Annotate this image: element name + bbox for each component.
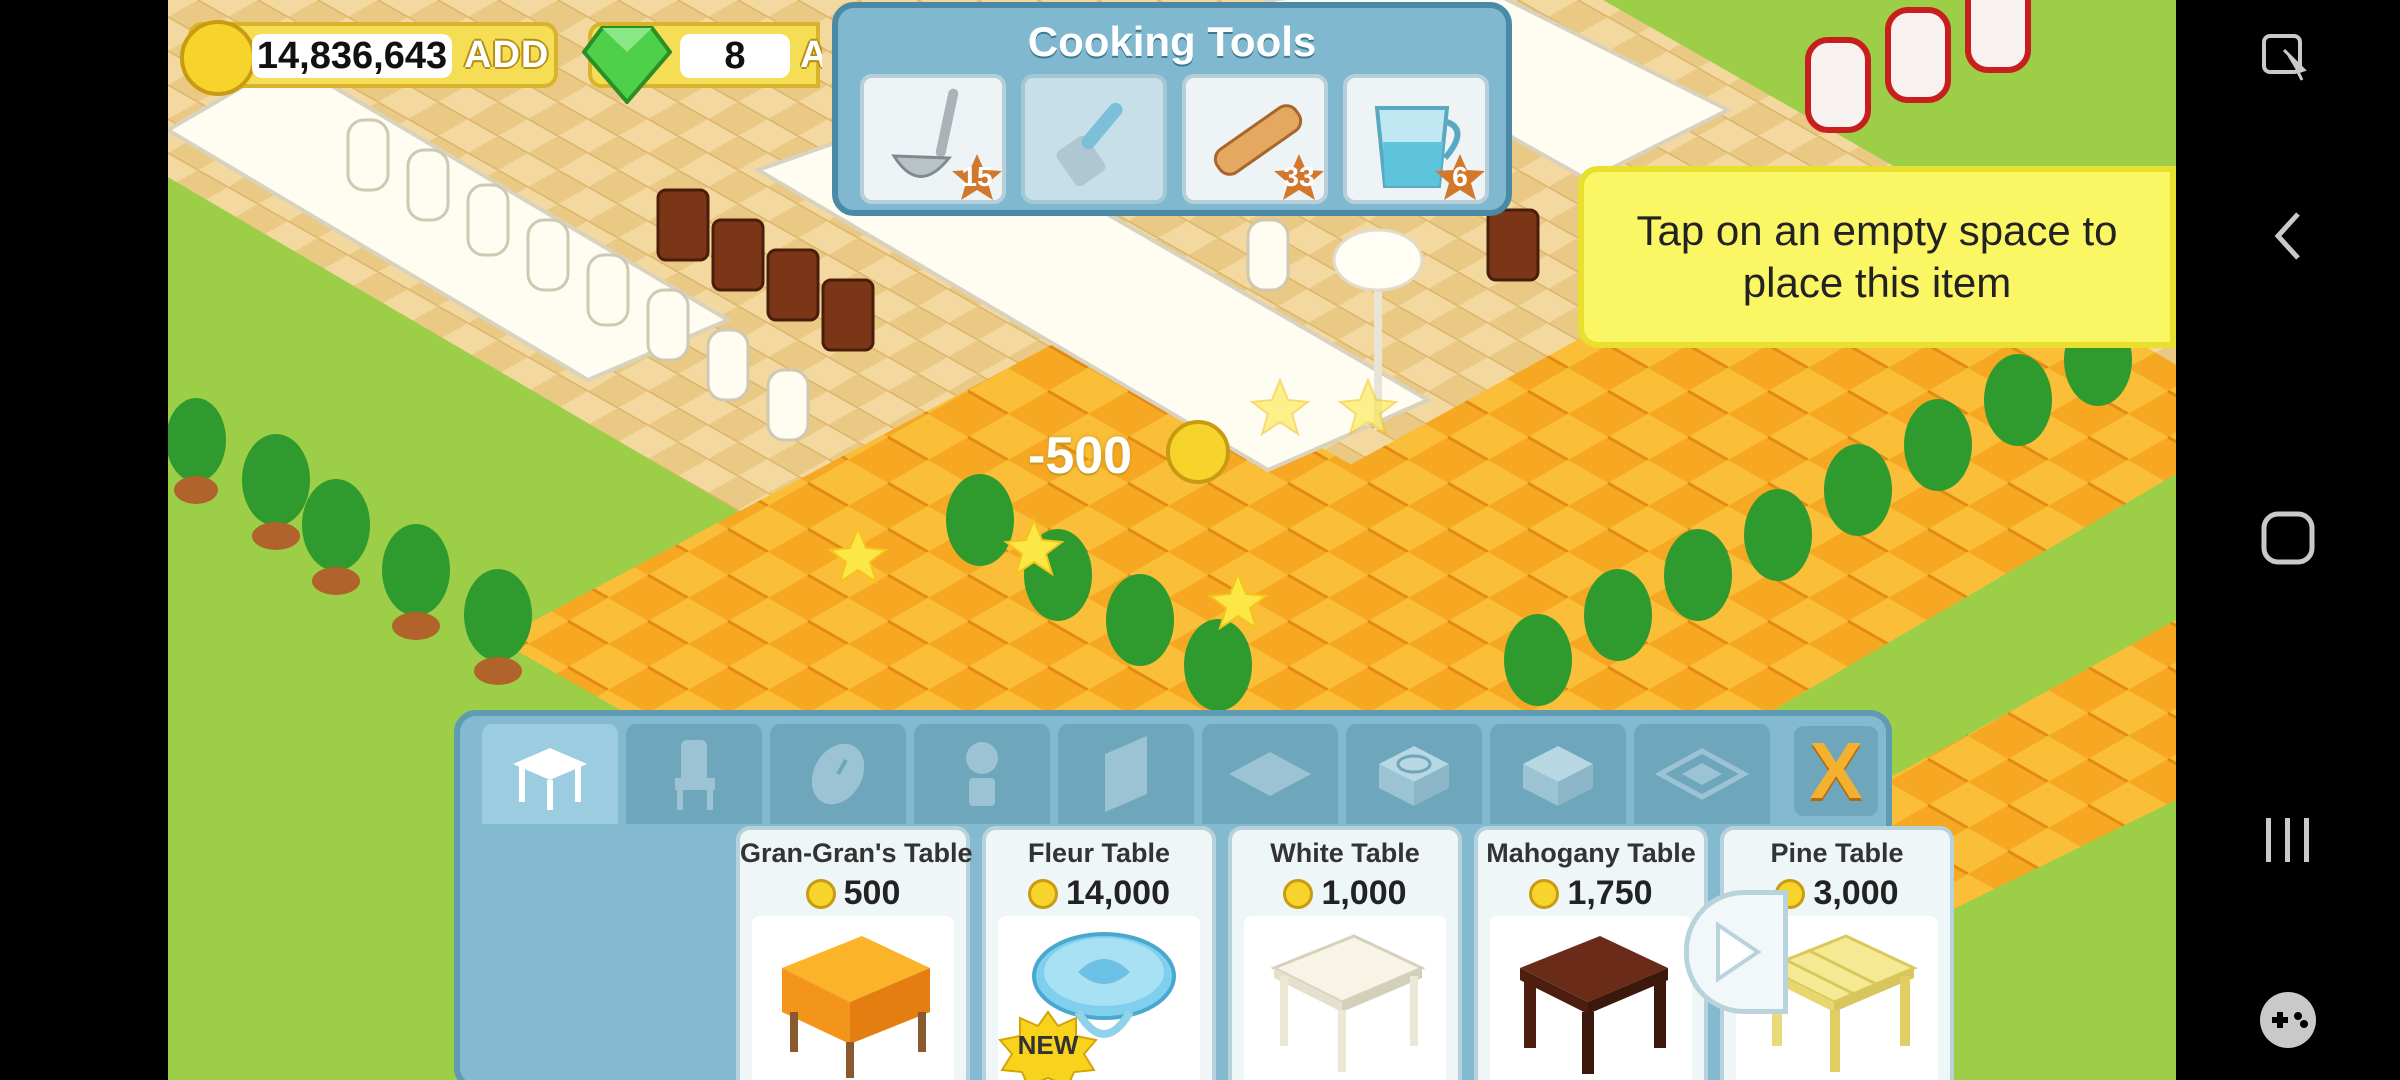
gems-value: 8 <box>680 34 790 78</box>
furniture-shop-panel: X Gran-Gran's Table 500 Fleur Table 14,0… <box>454 710 1954 1080</box>
rolling-pin-count-badge: 33 <box>1272 152 1326 202</box>
coin-icon <box>1529 878 1560 909</box>
counter-icon <box>1523 746 1593 806</box>
tool-slot-measuring-cup[interactable]: 6 <box>1343 74 1489 204</box>
new-badge-label: NEW <box>1017 1030 1079 1060</box>
tab-walls[interactable] <box>1058 724 1194 824</box>
tab-tables[interactable] <box>482 724 618 824</box>
item-image <box>1490 916 1692 1080</box>
item-image <box>752 916 954 1080</box>
chevron-right-icon <box>1716 921 1762 983</box>
item-name: White Table <box>1270 838 1420 868</box>
stove-icon <box>1379 746 1449 806</box>
expand-icon <box>1654 748 1750 800</box>
shop-item-gran-gran-table[interactable]: Gran-Gran's Table 500 <box>736 826 973 1080</box>
tab-floors[interactable] <box>1202 724 1338 824</box>
tooltip-line-1: Tap on an empty space to <box>1636 207 2118 254</box>
shop-item-fleur-table[interactable]: Fleur Table 14,000 NEW <box>982 826 1216 1080</box>
coin-icon <box>1028 878 1058 909</box>
item-price: 500 <box>740 874 966 913</box>
gems-counter: 8 AI <box>581 22 822 106</box>
coins-counter: 14,836,643 ADD <box>180 20 558 96</box>
item-name: Mahogany Table <box>1486 838 1696 868</box>
cooking-tools-title: Cooking Tools <box>1027 18 1317 65</box>
clock-icon <box>811 743 865 805</box>
item-name: Gran-Gran's Table <box>740 838 973 868</box>
plant-icon <box>966 742 998 806</box>
item-image <box>1244 916 1446 1080</box>
measuring-cup-count-badge: 6 <box>1433 152 1487 202</box>
tab-appliances[interactable] <box>1346 724 1482 824</box>
tab-expand[interactable] <box>1634 724 1770 824</box>
tab-chairs[interactable] <box>626 724 762 824</box>
recent-apps-icon <box>2266 818 2309 862</box>
tab-counters[interactable] <box>1490 724 1626 824</box>
tab-decor[interactable] <box>770 724 906 824</box>
tool-slot-ladle[interactable]: 15 <box>860 74 1006 204</box>
wall-icon <box>1105 736 1147 812</box>
tab-plants[interactable] <box>914 724 1050 824</box>
item-price: 1,000 <box>1232 874 1458 913</box>
gems-add-button[interactable]: AI <box>800 34 822 77</box>
gamepad-icon <box>2260 992 2316 1048</box>
coin-icon <box>805 878 836 909</box>
coins-add-button[interactable]: ADD <box>464 34 549 77</box>
spatula-icon <box>1056 102 1123 187</box>
back-button[interactable] <box>2248 196 2328 276</box>
screenshot-icon <box>2262 34 2307 81</box>
tool-slot-rolling-pin[interactable]: 33 <box>1182 74 1328 204</box>
back-arrow-icon <box>2274 212 2300 260</box>
floor-tile-icon <box>1229 752 1311 796</box>
tooltip-line-2: place this item <box>1742 259 2012 306</box>
placement-tooltip: Tap on an empty space to place this item <box>1578 166 2176 348</box>
coin-icon <box>180 20 256 96</box>
coin-icon <box>1283 878 1314 909</box>
shop-item-white-table[interactable]: White Table 1,000 <box>1228 826 1462 1080</box>
game-tools-button[interactable] <box>2248 980 2328 1060</box>
shop-next-page-button[interactable] <box>1684 890 1788 1014</box>
coins-value: 14,836,643 <box>252 34 452 78</box>
shop-item-mahogany-table[interactable]: Mahogany Table 1,750 <box>1474 826 1708 1080</box>
mahogany-table-icon <box>1520 936 1668 1074</box>
cost-floating-text: -500 <box>1028 427 1133 485</box>
cooking-tools-panel: Cooking Tools 15 33 6 <box>832 2 1512 216</box>
white-table-icon <box>1270 934 1426 1072</box>
tool-slot-spatula[interactable] <box>1021 74 1167 204</box>
home-square-icon <box>2261 511 2315 565</box>
chair-icon <box>675 740 715 810</box>
table-icon <box>513 748 587 810</box>
item-name: Fleur Table <box>1027 838 1171 868</box>
item-price: 1,750 <box>1478 874 1704 913</box>
game-viewport[interactable]: -500 14,836,643 ADD 8 AI Cooking Tools 1… <box>168 0 2176 1080</box>
screen-capture-button[interactable] <box>2248 16 2328 96</box>
android-nav-bar <box>2176 0 2400 1080</box>
recent-apps-button[interactable] <box>2248 800 2328 880</box>
orange-table-icon <box>782 936 930 1078</box>
ladle-count-badge: 15 <box>950 152 1004 202</box>
new-badge: NEW <box>996 1010 1100 1080</box>
item-name: Pine Table <box>1770 838 1904 868</box>
home-button[interactable] <box>2248 498 2328 578</box>
item-price: 14,000 <box>986 874 1212 913</box>
shop-close-button[interactable]: X <box>1794 726 1878 816</box>
